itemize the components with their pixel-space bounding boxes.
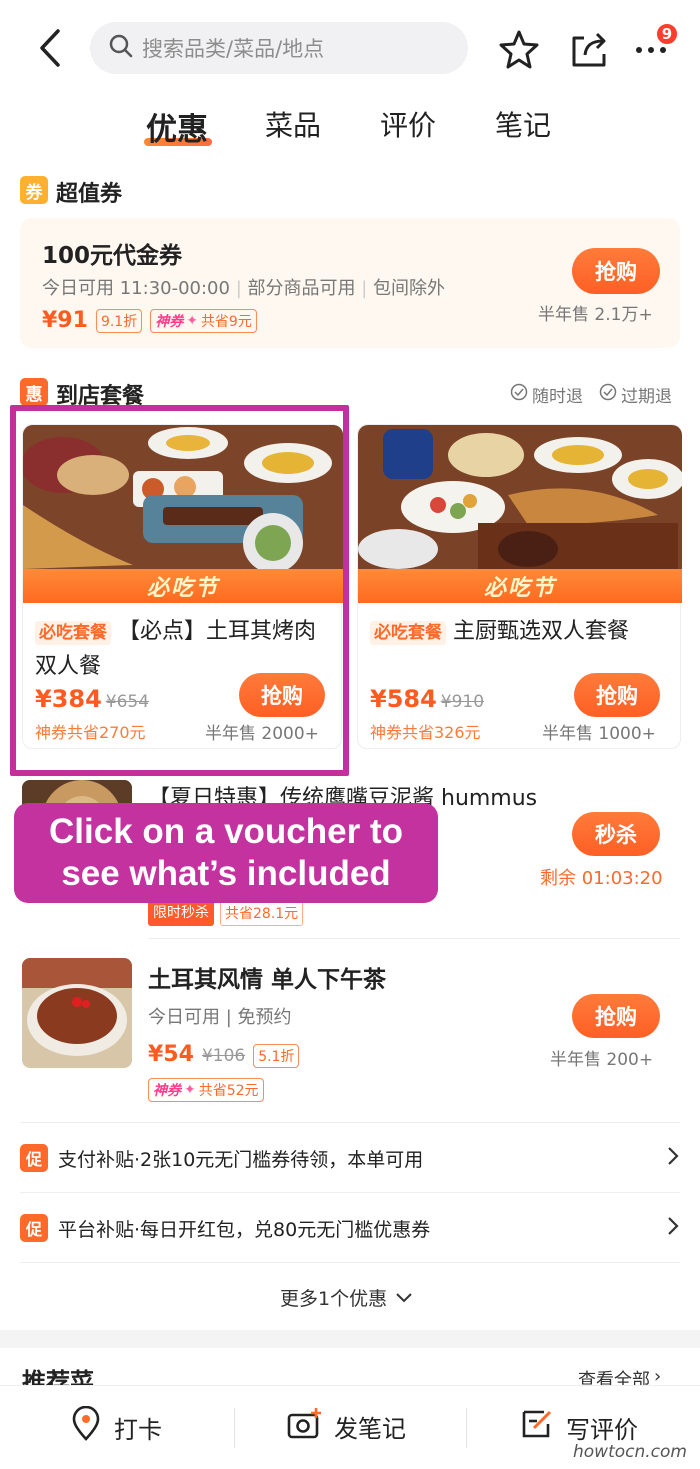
flash-sale-tag: 限时秒杀 bbox=[148, 900, 214, 926]
back-icon[interactable] bbox=[30, 24, 70, 72]
package-buy-button-2[interactable]: 抢购 bbox=[574, 673, 660, 717]
favorite-star-icon[interactable] bbox=[496, 26, 542, 72]
package-price-2: ¥584 bbox=[370, 685, 437, 713]
shenquan-label: 神券 bbox=[155, 313, 184, 330]
afternoon-tea-sold: 半年售 200+ bbox=[550, 1050, 654, 1070]
voucher-scope: 部分商品可用 bbox=[247, 278, 356, 299]
promo-row-1[interactable]: 促 支付补贴·2张10元无门槛券待领，本单可用 bbox=[20, 1123, 680, 1193]
package-title-text-2: 主厨甄选双人套餐 bbox=[453, 619, 630, 644]
bottom-separator bbox=[234, 1408, 235, 1448]
instruction-callout: Click on a voucher to see what’s include… bbox=[14, 803, 438, 903]
voucher-buy-button[interactable]: 抢购 bbox=[572, 248, 660, 294]
package-save-2: 神券共省326元 bbox=[370, 723, 481, 742]
voucher-savings-tag: 神券 ✦ 共省9元 bbox=[150, 308, 257, 333]
voucher-sold: 半年售 2.1万+ bbox=[538, 305, 653, 325]
notification-badge: 9 bbox=[655, 22, 679, 46]
voucher-save: 共省9元 bbox=[200, 313, 252, 330]
checkin-label: 打卡 bbox=[114, 1415, 162, 1444]
check-circle-icon bbox=[599, 383, 617, 406]
afternoon-tea-savings-tag: 神券 ✦ 共省52元 bbox=[148, 1078, 264, 1102]
afternoon-tea-title[interactable]: 土耳其风情 单人下午茶 bbox=[148, 960, 386, 994]
voucher-details: 今日可用 11:30-00:00 | 部分商品可用 | 包间除外 bbox=[42, 278, 446, 299]
camera-plus-icon bbox=[286, 1406, 324, 1446]
sparkle-icon: ✦ bbox=[184, 1082, 196, 1098]
chevron-right-icon bbox=[666, 1145, 680, 1172]
voucher-highlight-box bbox=[10, 405, 349, 776]
check-circle-icon bbox=[510, 383, 528, 406]
view-all-link[interactable]: 查看全部 › bbox=[578, 1366, 661, 1386]
more-offers-label: 更多1个优惠 bbox=[280, 1288, 388, 1310]
afternoon-tea-image bbox=[22, 958, 132, 1068]
voucher-price: ¥91 bbox=[42, 308, 88, 333]
recommended-title: 推荐菜 bbox=[22, 1368, 94, 1386]
festival-banner-2: 必吃节 bbox=[358, 569, 682, 603]
search-icon bbox=[108, 33, 134, 63]
chevron-right-icon: › bbox=[654, 1366, 662, 1386]
tab-notes[interactable]: 笔记 bbox=[495, 104, 551, 144]
section-separator bbox=[0, 1330, 700, 1348]
write-review-label: 写评价 bbox=[566, 1415, 638, 1444]
promo-tag-icon: 促 bbox=[20, 1214, 48, 1242]
watermark: howtocn.com bbox=[573, 1442, 687, 1462]
bottom-separator bbox=[466, 1408, 467, 1448]
afternoon-tea-price: ¥54 bbox=[148, 1042, 194, 1067]
voucher-title: 100元代金券 bbox=[42, 243, 183, 269]
promo-text-1: 支付补贴·2张10元无门槛券待领，本单可用 bbox=[58, 1148, 424, 1171]
voucher-section-title: 超值券 bbox=[56, 182, 123, 207]
refund-tags: 随时退 过期退 bbox=[510, 382, 672, 407]
package-card-2[interactable]: 必吃节 必吃套餐 主厨甄选双人套餐 ¥584 ¥910 神券共省326元 抢购 … bbox=[357, 424, 682, 749]
package-orig-price-2: ¥910 bbox=[440, 692, 485, 712]
promo-row-2[interactable]: 促 平台补贴·每日开红包，兑80元无门槛优惠券 bbox=[20, 1193, 680, 1263]
flash-sale-save: 共省28.1元 bbox=[220, 900, 304, 926]
flash-sale-button[interactable]: 秒杀 bbox=[572, 812, 660, 856]
view-all-label: 查看全部 bbox=[578, 1370, 650, 1386]
callout-line-1: Click on a voucher to bbox=[49, 812, 403, 851]
package-food-image-2 bbox=[358, 425, 682, 569]
search-placeholder: 搜索品类/菜品/地点 bbox=[142, 37, 325, 61]
must-eat-badge-2: 必吃套餐 bbox=[370, 621, 446, 645]
promo-tag-icon: 促 bbox=[20, 1144, 48, 1172]
package-section-icon: 惠 bbox=[20, 378, 48, 406]
post-note-label: 发笔记 bbox=[334, 1414, 406, 1443]
more-offers-toggle[interactable]: 更多1个优惠 bbox=[280, 1284, 413, 1311]
edit-review-icon bbox=[520, 1406, 556, 1448]
afternoon-tea-orig: ¥106 bbox=[201, 1046, 246, 1066]
sparkle-icon: ✦ bbox=[186, 312, 198, 329]
package-sold-2: 半年售 1000+ bbox=[542, 724, 656, 744]
divider bbox=[148, 938, 680, 939]
tab-reviews[interactable]: 评价 bbox=[380, 104, 436, 144]
divider bbox=[20, 1262, 680, 1263]
chevron-right-icon bbox=[666, 1215, 680, 1242]
afternoon-tea-discount: 5.1折 bbox=[253, 1044, 300, 1068]
voucher-discount: 9.1折 bbox=[95, 308, 143, 333]
voucher-section-icon: 券 bbox=[20, 176, 48, 204]
refund-anytime: 随时退 bbox=[532, 387, 583, 407]
share-icon[interactable] bbox=[566, 26, 612, 72]
tab-dishes[interactable]: 菜品 bbox=[265, 104, 321, 144]
voucher-exclusion: 包间除外 bbox=[373, 278, 446, 299]
checkin-button[interactable]: 打卡 bbox=[70, 1405, 162, 1448]
refund-expired: 过期退 bbox=[621, 387, 672, 407]
package-title-2: 必吃套餐 主厨甄选双人套餐 bbox=[370, 615, 674, 650]
voucher-card[interactable]: 100元代金券 今日可用 11:30-00:00 | 部分商品可用 | 包间除外… bbox=[20, 218, 680, 348]
afternoon-tea-detail: 今日可用 | 免预约 bbox=[148, 1007, 292, 1028]
shenquan-label: 神券 bbox=[153, 1083, 181, 1099]
location-pin-icon bbox=[70, 1405, 102, 1448]
callout-line-2: see what’s included bbox=[61, 854, 391, 893]
afternoon-tea-save: 共省52元 bbox=[198, 1083, 259, 1099]
flash-sale-remaining: 剩余 01:03:20 bbox=[540, 868, 663, 889]
voucher-time: 今日可用 11:30-00:00 bbox=[42, 278, 230, 299]
afternoon-tea-buy-button[interactable]: 抢购 bbox=[572, 994, 660, 1038]
promo-text-2: 平台补贴·每日开红包，兑80元无门槛优惠券 bbox=[58, 1218, 431, 1241]
chevron-down-icon bbox=[395, 1287, 413, 1309]
post-note-button[interactable]: 发笔记 bbox=[286, 1406, 406, 1446]
tab-offers[interactable]: 优惠 bbox=[146, 104, 208, 149]
search-input[interactable]: 搜索品类/菜品/地点 bbox=[90, 22, 468, 74]
